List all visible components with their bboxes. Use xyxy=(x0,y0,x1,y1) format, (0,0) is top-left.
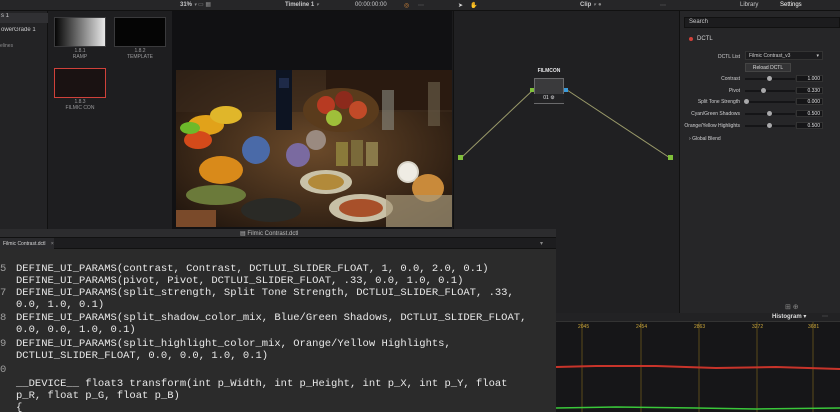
timeline-selector[interactable]: Timeline 1 ▾ xyxy=(285,2,319,8)
plugin-enable-icon[interactable] xyxy=(689,37,693,41)
value-shadows[interactable]: 0.500 xyxy=(796,110,823,117)
hist-tick-4: 3272 xyxy=(752,324,764,330)
code-line[interactable]: p_R, float p_G, float p_B) xyxy=(0,390,180,402)
code-line[interactable]: 0.0, 0.0, 1.0, 0.1) xyxy=(0,324,136,336)
still-ramp-thumbnail[interactable] xyxy=(54,17,106,47)
tab-overflow-icon[interactable]: ▾ xyxy=(540,240,543,247)
search-input[interactable]: Search xyxy=(684,17,840,28)
value-split-strength[interactable]: 0.000 xyxy=(796,98,823,105)
scopes-header: Histogram ▾ ⋯ xyxy=(556,313,840,321)
scope-type-select[interactable]: Histogram ▾ xyxy=(772,313,806,320)
more-options-icon[interactable]: ⋯ xyxy=(660,2,666,9)
param-label-highlights: Orange/Yellow Highlights xyxy=(684,123,740,129)
editor-titlebar: ▤ Filmic Contrast.dctl xyxy=(0,229,556,238)
zoom-level[interactable]: 31% ▾ xyxy=(180,2,197,8)
value-pivot[interactable]: 0.330 xyxy=(796,87,823,94)
still-filmic-thumbnail[interactable] xyxy=(54,68,106,98)
gallery-panel: 1.8.1 RAMP 1.8.2 TEMPLATE 1.8.3 FILMIC C… xyxy=(48,11,172,229)
code-line[interactable]: DEFINE_UI_PARAMS(pivot, Pivot, DCTLUI_SL… xyxy=(0,275,463,287)
reload-dctl-button[interactable]: Reload DCTL xyxy=(745,63,791,72)
album-item-stills[interactable]: s 1 xyxy=(0,13,48,23)
album-panel: s 1 owerGrade 1 elines xyxy=(0,11,48,229)
slider-pivot[interactable] xyxy=(745,90,795,92)
tab-filmic-contrast[interactable]: Filmic Contrast.dctl × xyxy=(0,238,54,249)
param-label-shadows: Cyan/Green Shadows xyxy=(691,111,740,117)
hist-tick-1: 2045 xyxy=(578,324,590,330)
code-editor[interactable]: 5 DEFINE_UI_PARAMS(contrast, Contrast, DC… xyxy=(0,249,556,412)
code-line[interactable]: DCTLUI_SLIDER_FLOAT, 0.0, 0.0, 1.0, 0.1) xyxy=(0,350,268,362)
code-line[interactable]: 8 DEFINE_UI_PARAMS(split_shadow_color_mix… xyxy=(0,312,526,324)
clip-selector[interactable]: Clip ▾ xyxy=(580,2,596,8)
param-label-split-strength: Split Tone Strength xyxy=(697,99,740,105)
histogram-graph xyxy=(555,322,840,412)
code-line[interactable]: __DEVICE__ float3 transform(int p_Width,… xyxy=(0,378,507,390)
histogram-scope: 2045 2454 2863 3272 3681 xyxy=(555,321,840,412)
value-highlights[interactable]: 0.500 xyxy=(796,122,823,129)
slider-highlights-knob[interactable] xyxy=(767,123,772,128)
slider-shadows-knob[interactable] xyxy=(767,111,772,116)
still-template-thumbnail[interactable] xyxy=(114,17,166,47)
slider-split-strength-knob[interactable] xyxy=(744,99,749,104)
pointer-icon[interactable]: ➤ xyxy=(458,2,463,9)
hist-tick-2: 2454 xyxy=(636,324,648,330)
still-template-name: TEMPLATE xyxy=(126,54,154,60)
viewer-layout-icon[interactable]: ▭ ▦ xyxy=(198,1,211,8)
dctl-list-label: DCTL List xyxy=(717,54,740,60)
tab-settings[interactable]: Settings xyxy=(780,2,802,8)
node-output-handle[interactable] xyxy=(564,88,568,92)
editor-window-title: ▤ Filmic Contrast.dctl xyxy=(240,231,299,237)
still-ramp-name: RAMP xyxy=(72,54,88,60)
node-settings-icon: ⚙ xyxy=(550,95,555,101)
toggle-icon[interactable]: ● xyxy=(598,2,602,8)
global-blend-section[interactable]: › Global Blend xyxy=(689,136,721,142)
slider-contrast-knob[interactable] xyxy=(767,76,772,81)
code-line[interactable]: 0 xyxy=(0,364,16,376)
hand-icon[interactable]: ✋ xyxy=(470,2,477,9)
viewer-image xyxy=(176,70,452,227)
options-icon[interactable]: ⋯ xyxy=(418,2,424,9)
value-contrast[interactable]: 1.000 xyxy=(796,75,823,82)
chevron-down-icon: ▾ xyxy=(816,53,819,59)
dctl-list-select[interactable]: Filmic Contrast_v3 ▾ xyxy=(745,51,823,60)
code-line[interactable]: 9 DEFINE_UI_PARAMS(split_highlight_color_… xyxy=(0,338,451,350)
album-item-powergrade[interactable]: owerGrade 1 xyxy=(0,27,48,37)
code-line[interactable]: 5 DEFINE_UI_PARAMS(contrast, Contrast, DC… xyxy=(0,263,489,275)
top-bar: 31% ▾ ▭ ▦ Timeline 1 ▾ 00:00:00:00 ◎ ⋯ ➤ ✋… xyxy=(0,0,840,11)
timecode: 00:00:00:00 xyxy=(355,2,387,8)
hist-tick-3: 2863 xyxy=(694,324,706,330)
editor-tab-bar: ▾ xyxy=(0,238,556,249)
slider-pivot-knob[interactable] xyxy=(761,88,766,93)
tab-library[interactable]: Library xyxy=(740,2,758,8)
hist-tick-5: 3681 xyxy=(808,324,820,330)
color-wheel-icon[interactable]: ◎ xyxy=(404,2,409,9)
param-label-pivot: Pivot xyxy=(728,88,740,94)
code-line[interactable]: 0.0, 1.0, 0.1) xyxy=(0,299,104,311)
timelines-section[interactable]: elines xyxy=(0,43,13,49)
node-input-handle[interactable] xyxy=(530,88,534,92)
plugin-title: DCTL xyxy=(697,36,713,42)
scope-options-icon[interactable]: ⋯ xyxy=(822,313,828,320)
node-title: FILMCON xyxy=(537,68,561,74)
still-filmic-name: FILMIC CON xyxy=(65,105,95,111)
file-icon: ▤ xyxy=(240,231,246,237)
code-line[interactable]: { xyxy=(0,402,22,412)
scope-layout-icon[interactable]: ⊞ ⊕ xyxy=(785,303,799,311)
close-tab-icon[interactable]: × xyxy=(51,241,54,247)
chevron-right-icon: › xyxy=(689,136,691,142)
node-number: 01 ⚙ xyxy=(534,94,564,103)
code-line[interactable]: 7 DEFINE_UI_PARAMS(split_strength, Split … xyxy=(0,287,514,299)
slider-split-strength[interactable] xyxy=(745,101,795,103)
param-label-contrast: Contrast xyxy=(721,76,740,82)
